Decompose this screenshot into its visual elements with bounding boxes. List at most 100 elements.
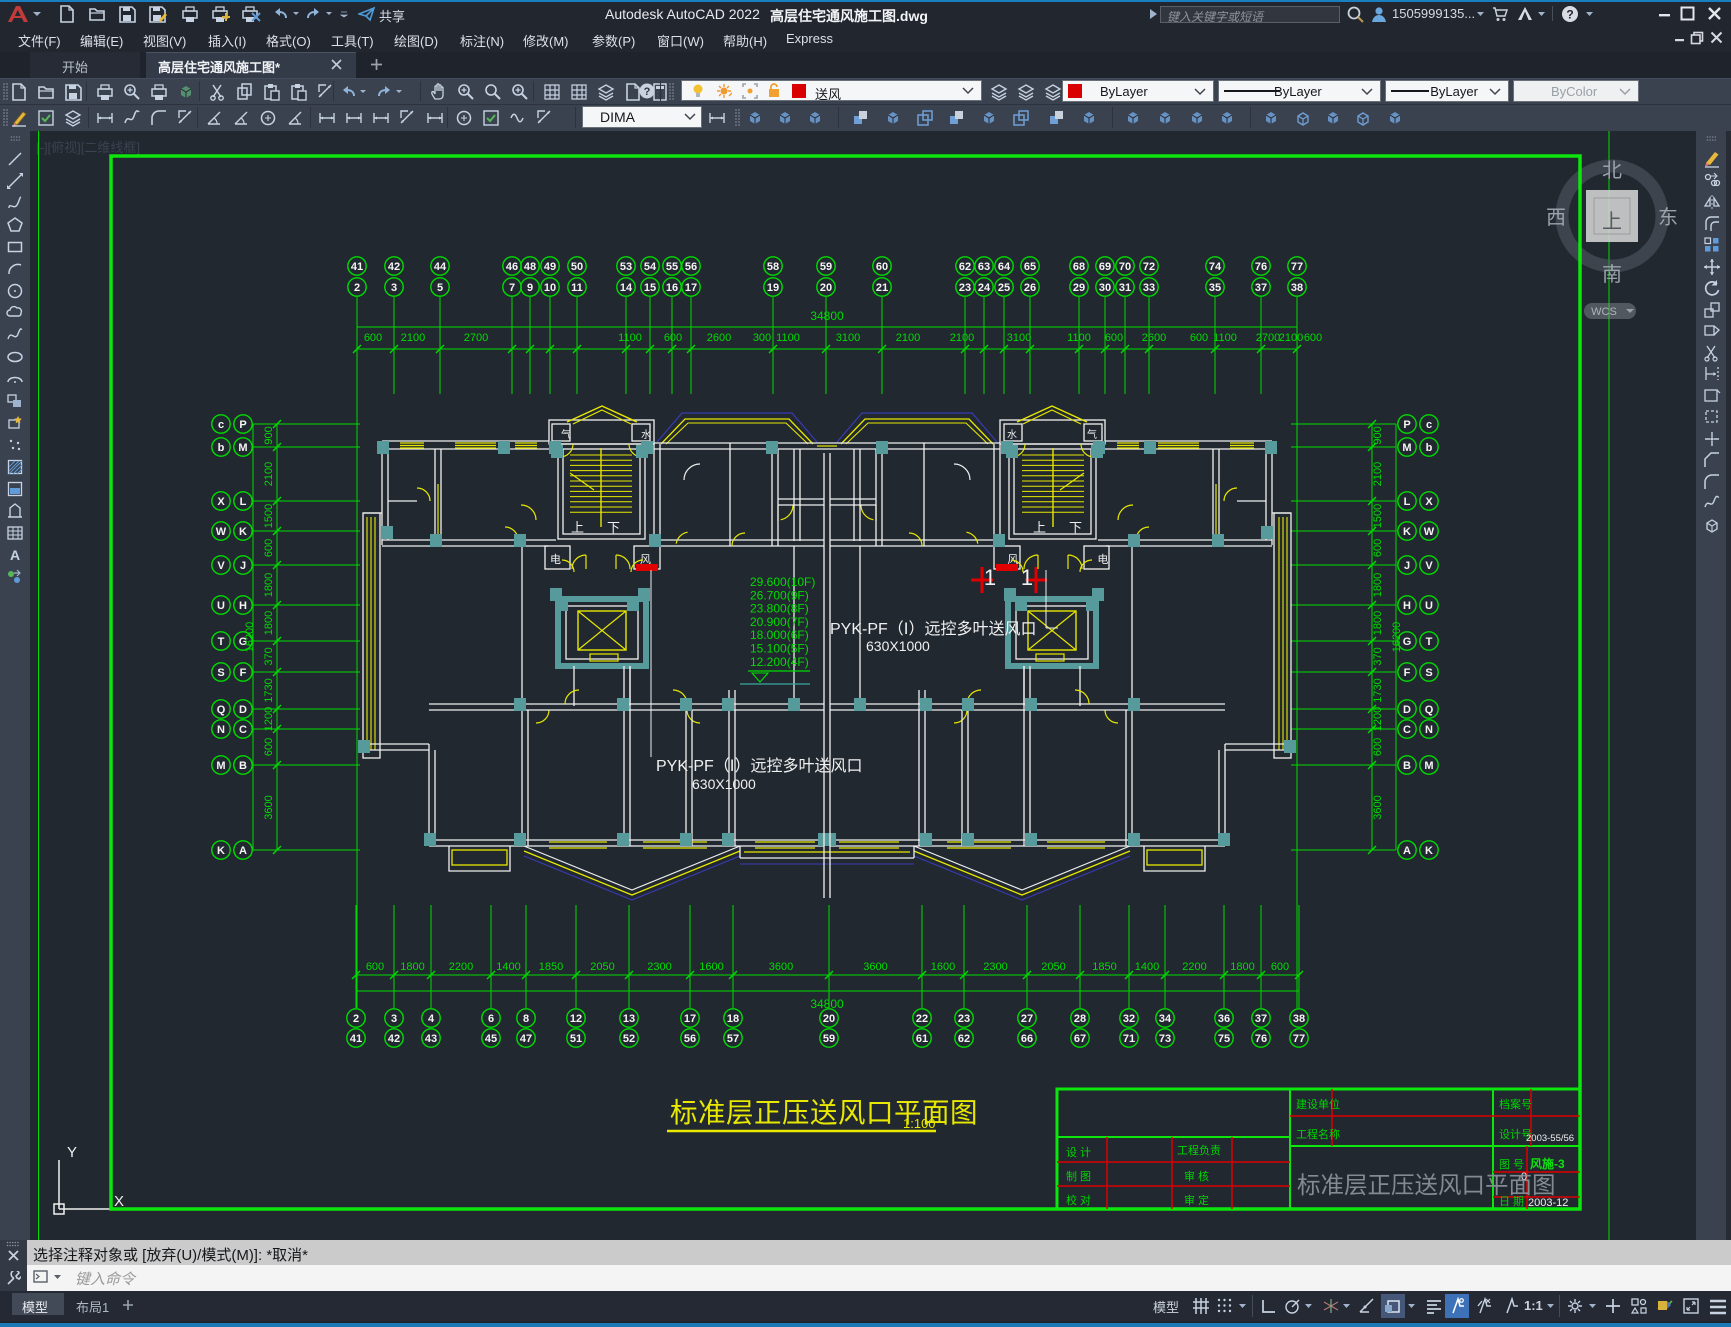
svg-text:1800: 1800 [1230,961,1254,973]
svg-text:59: 59 [820,261,832,273]
svg-text:34: 34 [1159,1013,1172,1025]
svg-text:2300: 2300 [983,961,1007,973]
svg-text:34800: 34800 [810,309,844,323]
svg-text:8: 8 [523,1013,529,1025]
svg-text:?: ? [1566,8,1573,22]
svg-text:上: 上 [1033,520,1046,535]
svg-text:2050: 2050 [590,961,614,973]
svg-text:62: 62 [958,1033,970,1045]
svg-text:64: 64 [998,261,1011,273]
svg-text:1: 1 [984,565,996,590]
svg-text:水: 水 [1007,429,1017,441]
svg-text:C: C [1403,724,1411,736]
svg-text:26: 26 [1024,282,1036,294]
svg-text:标准层正压送风口平面图: 标准层正压送风口平面图 [1297,1172,1556,1198]
svg-text:M: M [238,442,247,454]
svg-text:3100: 3100 [1007,332,1031,344]
svg-text:56: 56 [685,261,697,273]
svg-text:A: A [239,845,247,857]
svg-text:东: 东 [1658,206,1678,229]
svg-text:63: 63 [978,261,990,273]
svg-text:53: 53 [620,261,632,273]
svg-text:下: 下 [607,520,620,535]
svg-text:X: X [217,496,225,508]
svg-text:M: M [1424,760,1433,772]
svg-text:4: 4 [428,1013,435,1025]
svg-text:2100: 2100 [896,332,920,344]
svg-text:16: 16 [666,282,678,294]
svg-text:D: D [1403,704,1411,716]
svg-text:600: 600 [364,332,382,344]
svg-text:38: 38 [1293,1013,1305,1025]
svg-text:1:100: 1:100 [903,1116,936,1131]
svg-text:46: 46 [506,261,518,273]
svg-text:c: c [218,419,224,431]
svg-text:V: V [217,560,225,572]
svg-text:U: U [217,600,225,612]
svg-text:74: 74 [1209,261,1222,273]
svg-text:49: 49 [544,261,556,273]
svg-text:2100: 2100 [1372,462,1384,486]
svg-text:600: 600 [1372,738,1384,756]
svg-text:14: 14 [620,282,633,294]
svg-text:41: 41 [351,261,363,273]
svg-text:50: 50 [571,261,583,273]
svg-text:1730: 1730 [263,678,275,702]
svg-text:7: 7 [509,282,515,294]
svg-text:38: 38 [1291,282,1303,294]
svg-text:600: 600 [263,539,275,557]
svg-text:33: 33 [1143,282,1155,294]
svg-text:3600: 3600 [863,961,887,973]
svg-text:Q: Q [217,704,226,716]
svg-text:57: 57 [727,1033,739,1045]
svg-text:G: G [1403,636,1412,648]
svg-text:31: 31 [1119,282,1131,294]
svg-text:22: 22 [916,1013,928,1025]
svg-text:5: 5 [437,282,443,294]
svg-text:62: 62 [959,261,971,273]
svg-text:1500: 1500 [1372,504,1384,528]
svg-text:F: F [1404,667,1411,679]
svg-text:19: 19 [767,282,779,294]
svg-text:35: 35 [1209,282,1221,294]
svg-text:3: 3 [391,282,397,294]
svg-text:2200: 2200 [449,961,473,973]
svg-text:23: 23 [958,1013,970,1025]
svg-text:C: C [239,724,247,736]
svg-text:U: U [1425,600,1433,612]
svg-text:37: 37 [1255,1013,1267,1025]
svg-text:1100: 1100 [1067,332,1091,344]
svg-text:900: 900 [263,426,275,444]
svg-text:3600: 3600 [769,961,793,973]
svg-text:PYK-PF（Ⅰ）远控多叶送风口: PYK-PF（Ⅰ）远控多叶送风口 [656,757,863,775]
svg-text:2700: 2700 [1256,332,1280,344]
svg-text:上: 上 [1602,210,1622,233]
svg-text:P: P [1403,419,1410,431]
svg-text:WCS: WCS [1591,306,1617,318]
svg-text:42: 42 [388,1033,400,1045]
svg-text:36: 36 [1218,1013,1230,1025]
svg-text:32: 32 [1123,1013,1135,1025]
svg-text:电: 电 [550,553,561,566]
svg-text:水: 水 [641,429,651,441]
svg-text:D: D [239,704,247,716]
svg-text:1500: 1500 [263,504,275,528]
svg-text:H: H [239,600,247,612]
svg-text:审 核: 审 核 [1184,1169,1209,1183]
svg-text:制 图: 制 图 [1066,1170,1091,1183]
svg-text:1600: 1600 [931,961,955,973]
svg-text:16200: 16200 [1391,622,1403,653]
svg-text:18.000(6F): 18.000(6F) [750,628,809,642]
svg-text:600: 600 [366,961,384,973]
svg-text:工程负责: 工程负责 [1177,1143,1221,1157]
svg-text:1800: 1800 [1372,611,1384,635]
svg-text:V: V [1425,560,1433,572]
svg-text:设 计: 设 计 [1066,1146,1091,1159]
svg-text:11: 11 [571,282,583,294]
svg-text:2100: 2100 [950,332,974,344]
svg-text:28: 28 [1074,1013,1086,1025]
svg-text:1730: 1730 [1372,678,1384,702]
svg-text:68: 68 [1073,261,1085,273]
svg-text:3100: 3100 [836,332,860,344]
svg-text:71: 71 [1123,1033,1135,1045]
